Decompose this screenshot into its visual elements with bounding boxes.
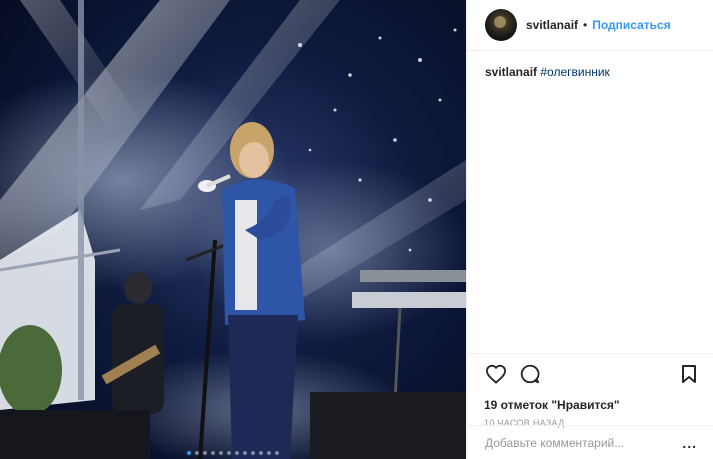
comment-input[interactable] [485,435,683,450]
heart-icon[interactable] [484,362,508,386]
carousel-dot[interactable] [235,451,239,455]
follow-button[interactable]: Подписаться [592,18,670,32]
likes-count[interactable]: 19 отметок "Нравится" [484,398,701,412]
header-separator: • [583,18,588,32]
carousel-dot[interactable] [187,451,191,455]
post-header: svitlanaif • Подписаться [467,0,713,51]
carousel-dot[interactable] [219,451,223,455]
carousel-dot[interactable] [267,451,271,455]
comment-box: ... [467,425,713,459]
bookmark-icon[interactable] [677,362,701,386]
header-username[interactable]: svitlanaif [526,18,578,32]
carousel-dot[interactable] [243,451,247,455]
carousel-dot[interactable] [211,451,215,455]
comment-icon[interactable] [518,362,542,386]
caption-username[interactable]: svitlanaif [485,65,537,79]
avatar[interactable] [485,9,517,41]
post-photo[interactable] [0,0,466,459]
carousel-dot[interactable] [203,451,207,455]
carousel-indicator [0,451,466,455]
more-options-icon[interactable]: ... [682,435,697,451]
carousel-dot[interactable] [195,451,199,455]
carousel-dot[interactable] [259,451,263,455]
carousel-dot[interactable] [251,451,255,455]
post-actions: 19 отметок "Нравится" 10 часов назад [467,353,713,428]
post-side-panel: svitlanaif • Подписаться svitlanaif #оле… [466,0,713,459]
post-caption: svitlanaif #олегвинник [467,51,713,93]
caption-hashtag[interactable]: #олегвинник [540,65,609,79]
concert-image [0,0,466,459]
carousel-dot[interactable] [227,451,231,455]
carousel-dot[interactable] [275,451,279,455]
